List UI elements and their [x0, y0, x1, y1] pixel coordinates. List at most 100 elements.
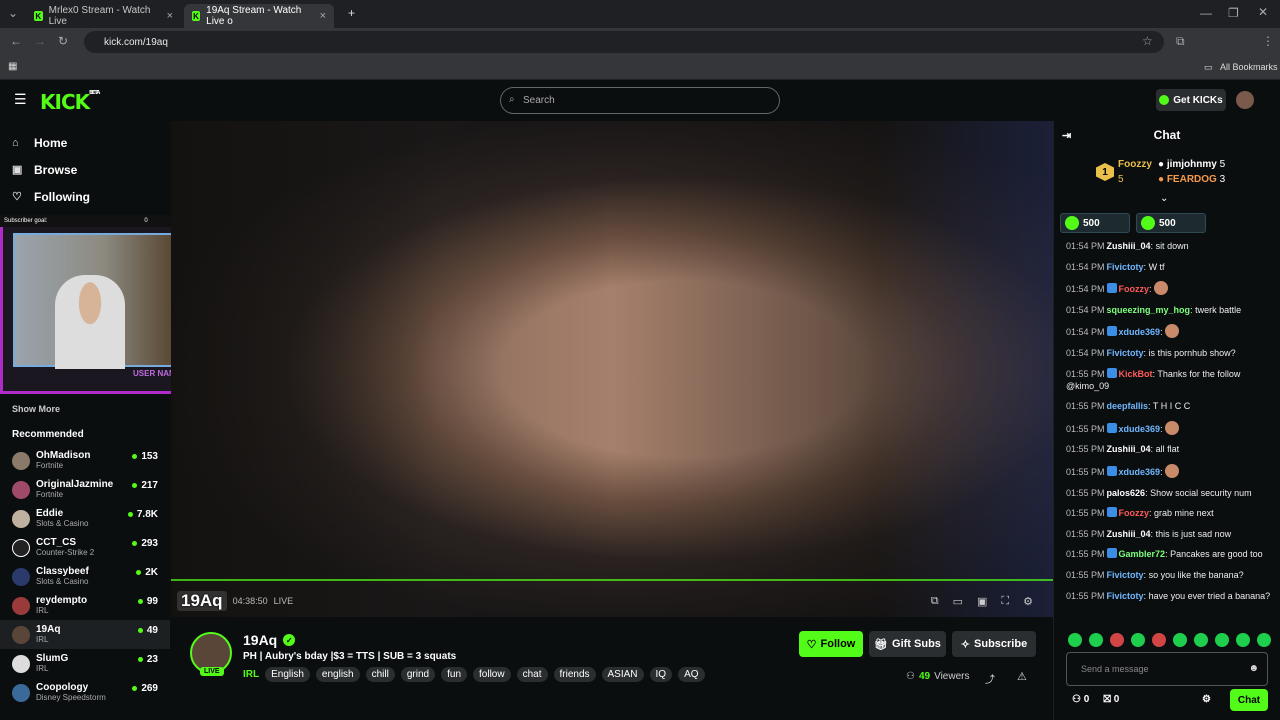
tag[interactable]: English	[265, 667, 310, 682]
apps-grid-icon[interactable]: ▦	[8, 61, 17, 72]
cast-icon[interactable]: ▣	[977, 595, 987, 608]
bookmark-star-icon[interactable]: ☆	[1142, 34, 1153, 48]
tag[interactable]: follow	[473, 667, 511, 682]
message-username[interactable]: Gambler72	[1119, 549, 1166, 559]
video-player[interactable]: 19Aq 04:38:50 LIVE ⧉ ▭ ▣ ⛶ ⚙	[171, 121, 1053, 617]
recommended-channel[interactable]: CCT_CS Counter-Strike 2 293	[0, 533, 170, 562]
recommended-channel[interactable]: OhMadison Fortnite 153	[0, 446, 170, 475]
pinned-gift[interactable]: 500	[1060, 213, 1130, 233]
message-username[interactable]: Fivictoty	[1107, 591, 1144, 601]
gift-subs-button[interactable]: 🎁︎ Gift Subs	[869, 631, 946, 657]
video-progress-bar[interactable]	[171, 579, 1053, 581]
gift-balance[interactable]: ⛝ 0	[1103, 694, 1119, 705]
tag[interactable]: chat	[516, 667, 548, 682]
maximize-icon[interactable]: ❐	[1228, 6, 1239, 20]
collapse-chat-icon[interactable]: ⇥	[1062, 129, 1071, 142]
pinned-gift[interactable]: 500	[1136, 213, 1206, 233]
nav-following[interactable]: ♡ Following	[0, 183, 170, 210]
get-kicks-button[interactable]: Get KICKs	[1156, 89, 1226, 111]
forward-icon[interactable]: →	[34, 34, 46, 48]
show-more-link[interactable]: Show More	[12, 404, 60, 414]
follow-button[interactable]: ♡ Follow	[799, 631, 863, 657]
recommended-channel[interactable]: Eddie Slots & Casino 7.8K	[0, 504, 170, 533]
tag[interactable]: english	[315, 667, 360, 682]
message-username[interactable]: xdude369	[1119, 424, 1161, 434]
channel-name[interactable]: 19Aq	[243, 632, 277, 648]
emote-icon[interactable]	[1257, 633, 1271, 647]
minimize-icon[interactable]: —	[1200, 6, 1212, 20]
emote-icon[interactable]	[1194, 633, 1208, 647]
theater-mode-icon[interactable]: ▭	[953, 595, 963, 608]
tag[interactable]: ASIAN	[601, 667, 644, 682]
emote-icon[interactable]	[1215, 633, 1229, 647]
emote-icon[interactable]	[1068, 633, 1082, 647]
message-username[interactable]: xdude369	[1119, 327, 1161, 337]
emote-icon[interactable]	[1173, 633, 1187, 647]
tag[interactable]: fun	[441, 667, 468, 682]
back-icon[interactable]: ←	[10, 34, 22, 48]
search-input[interactable]: ⌕ Search	[500, 87, 780, 114]
message-username[interactable]: Zushiii_04	[1107, 529, 1151, 539]
nav-browse[interactable]: ▣ Browse	[0, 156, 170, 183]
extensions-icon[interactable]: ⧉	[1176, 34, 1185, 49]
menu-kebab-icon[interactable]: ⋮	[1262, 34, 1274, 48]
reload-icon[interactable]: ↻	[58, 34, 68, 48]
category-link[interactable]: IRL	[243, 669, 259, 680]
recommended-channel[interactable]: reydempto IRL 99	[0, 591, 170, 620]
browser-tab-2[interactable]: K 19Aq Stream - Watch Live o ×	[184, 4, 334, 28]
close-icon[interactable]: ×	[320, 10, 326, 22]
recommended-channel[interactable]: OriginalJazmine Fortnite 217	[0, 475, 170, 504]
emote-icon[interactable]	[1236, 633, 1250, 647]
miniplayer-icon[interactable]: ⧉	[931, 595, 939, 608]
tab-list-icon[interactable]: ⌄	[8, 6, 18, 20]
channel-name: Eddie	[36, 508, 64, 519]
tag[interactable]: grind	[400, 667, 436, 682]
message-username[interactable]: Fivictoty	[1107, 262, 1144, 272]
message-username[interactable]: Fivictoty	[1107, 348, 1144, 358]
emote-icon[interactable]	[1131, 633, 1145, 647]
hamburger-menu-icon[interactable]: ☰	[14, 91, 27, 108]
close-icon[interactable]: ×	[167, 10, 173, 22]
recommended-channel[interactable]: SlumG IRL 23	[0, 649, 170, 678]
emoji-icon[interactable]: ☻	[1248, 663, 1259, 674]
message-username[interactable]: Fivictoty	[1107, 570, 1144, 580]
message-username[interactable]: Zushiii_04	[1107, 444, 1151, 454]
message-username[interactable]: Zushiii_04	[1107, 241, 1151, 251]
send-chat-button[interactable]: Chat	[1230, 689, 1268, 711]
emote-icon[interactable]	[1110, 633, 1124, 647]
message-username[interactable]: palos626	[1107, 488, 1146, 498]
message-username[interactable]: KickBot	[1119, 369, 1153, 379]
fullscreen-icon[interactable]: ⛶	[1001, 595, 1009, 608]
message-username[interactable]: Foozzy	[1119, 508, 1150, 518]
subscribe-button[interactable]: ✧ Subscribe	[952, 631, 1036, 657]
share-icon[interactable]: ⤴	[985, 671, 995, 686]
kicks-balance[interactable]: ⚇ 0	[1072, 694, 1089, 705]
browser-tab-1[interactable]: K Mrlex0 Stream - Watch Live ×	[26, 4, 181, 28]
report-warning-icon[interactable]: ⚠	[1017, 670, 1027, 683]
chat-message-input[interactable]: Send a message ☻	[1066, 652, 1268, 686]
chat-settings-gear-icon[interactable]: ⚙	[1202, 694, 1211, 705]
new-tab-icon[interactable]: +	[348, 6, 355, 20]
url-field[interactable]: kick.com/19aq	[84, 31, 1164, 53]
tag[interactable]: IQ	[649, 667, 673, 682]
nav-home[interactable]: ⌂ Home	[0, 129, 170, 156]
message-username[interactable]: Foozzy	[1119, 284, 1150, 294]
recommended-channel[interactable]: Classybeef Slots & Casino 2K	[0, 562, 170, 591]
user-avatar[interactable]	[1236, 91, 1254, 109]
settings-gear-icon[interactable]: ⚙	[1023, 595, 1033, 608]
tag[interactable]: AQ	[678, 667, 705, 682]
channel-category: Disney Speedstorm	[36, 693, 106, 702]
all-bookmarks-link[interactable]: All Bookmarks	[1220, 62, 1278, 72]
tag[interactable]: friends	[553, 667, 596, 682]
message-username[interactable]: deepfallis	[1107, 401, 1149, 411]
message-username[interactable]: squeezing_my_hog	[1107, 305, 1191, 315]
expand-leaderboard-icon[interactable]: ⌄	[1160, 193, 1168, 204]
emote-icon[interactable]	[1152, 633, 1166, 647]
message-username[interactable]: xdude369	[1119, 467, 1161, 477]
recommended-channel-active[interactable]: 19Aq IRL 49	[0, 620, 170, 649]
emote-icon[interactable]	[1089, 633, 1103, 647]
tag[interactable]: chill	[365, 667, 395, 682]
kick-logo[interactable]: KICKBETA	[40, 90, 100, 114]
recommended-channel[interactable]: Coopology Disney Speedstorm 269	[0, 678, 170, 707]
window-close-icon[interactable]: ✕	[1258, 5, 1268, 19]
